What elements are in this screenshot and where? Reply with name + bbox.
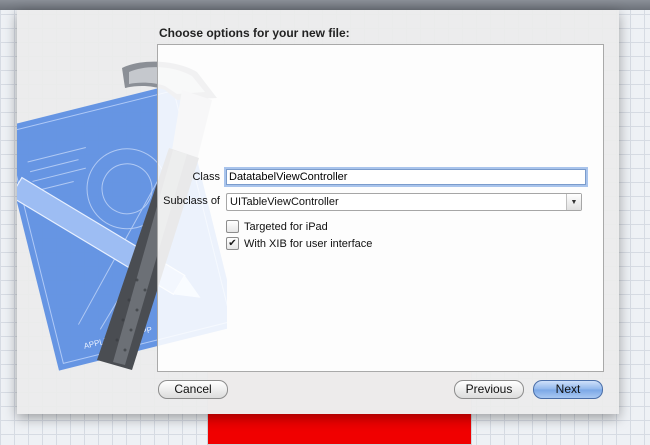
background-toolbar	[0, 0, 650, 10]
class-label: Class	[192, 171, 220, 183]
next-button[interactable]: Next	[533, 380, 603, 399]
cancel-button[interactable]: Cancel	[158, 380, 228, 399]
xib-checkbox-label[interactable]: With XIB for user interface	[244, 238, 372, 250]
ipad-option[interactable]: Targeted for iPad	[226, 220, 328, 233]
class-name-input[interactable]: DatatabelViewController	[226, 169, 586, 185]
options-panel: Class DatatabelViewController Subclass o…	[157, 44, 604, 372]
class-row: Class	[158, 171, 228, 183]
ipad-checkbox[interactable]	[226, 220, 239, 233]
chevron-down-icon[interactable]: ▼	[566, 194, 581, 210]
sheet-title: Choose options for your new file:	[159, 26, 350, 40]
subclass-select[interactable]: UITableViewController ▼	[226, 193, 582, 211]
ipad-checkbox-label[interactable]: Targeted for iPad	[244, 221, 328, 233]
previous-button[interactable]: Previous	[454, 380, 524, 399]
background-red-bar	[208, 414, 471, 444]
subclass-value: UITableViewController	[230, 196, 339, 208]
xib-checkbox[interactable]: ✔	[226, 237, 239, 250]
new-file-sheet: APPLICATION APP Choose options for your …	[17, 10, 619, 414]
subclass-label: Subclass of	[163, 195, 220, 207]
subclass-row: Subclass of	[158, 195, 228, 207]
xib-option[interactable]: ✔ With XIB for user interface	[226, 237, 372, 250]
